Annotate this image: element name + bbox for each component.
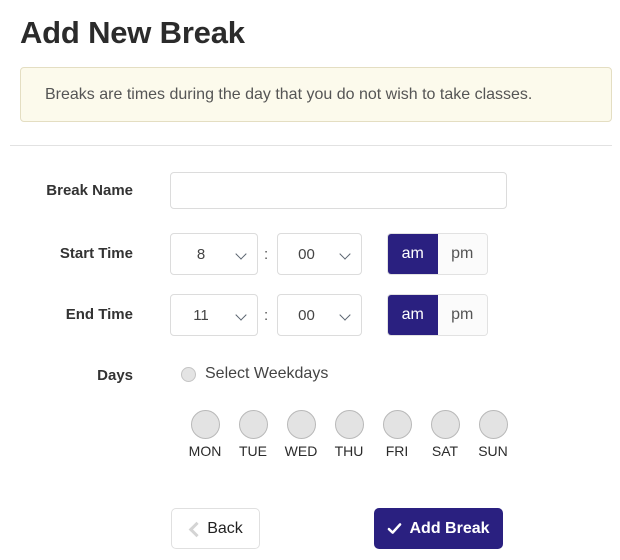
form-row-days: Days Select Weekdays — [0, 365, 620, 385]
chevron-down-icon — [237, 250, 246, 259]
start-time-label: Start Time — [59, 245, 133, 262]
back-button-label: Back — [207, 519, 243, 537]
day-circle-icon[interactable] — [430, 410, 460, 439]
start-time-pm-option[interactable]: pm — [437, 234, 487, 274]
chevron-down-icon — [341, 250, 350, 259]
day-label: TUE — [239, 443, 267, 459]
form-row-start-time: Start Time 8 : 00 am pm — [0, 233, 620, 275]
day-toggle-mon[interactable]: MON — [181, 410, 229, 459]
day-label: SUN — [478, 443, 508, 459]
info-banner-text: Breaks are times during the day that you… — [45, 85, 533, 103]
day-toggle-thu[interactable]: THU — [325, 410, 373, 459]
start-time-hour-value: 8 — [196, 245, 206, 263]
day-toggle-fri[interactable]: FRI — [373, 410, 421, 459]
end-time-label: End Time — [65, 306, 133, 323]
day-label: FRI — [385, 443, 409, 459]
add-break-button-label: Add Break — [409, 519, 490, 537]
info-banner: Breaks are times during the day that you… — [20, 67, 612, 122]
start-time-minute-value: 00 — [298, 245, 315, 263]
days-label: Days — [97, 367, 133, 384]
page-title: Add New Break — [20, 15, 245, 50]
day-toggle-sun[interactable]: SUN — [469, 410, 517, 459]
day-toggle-sat[interactable]: SAT — [421, 410, 469, 459]
end-time-minute-value: 00 — [298, 306, 315, 324]
end-time-hour-value: 11 — [193, 306, 209, 324]
day-toggle-group: MON TUE WED THU FRI SAT SUN — [181, 410, 517, 459]
day-toggle-wed[interactable]: WED — [277, 410, 325, 459]
day-circle-icon[interactable] — [382, 410, 412, 439]
add-break-button[interactable]: Add Break — [374, 508, 503, 549]
break-name-input[interactable] — [170, 172, 507, 209]
day-label: WED — [284, 443, 318, 459]
chevron-left-icon — [188, 523, 200, 535]
end-time-hour-select[interactable]: 11 — [170, 294, 258, 336]
start-time-hour-select[interactable]: 8 — [170, 233, 258, 275]
chevron-down-icon — [341, 311, 350, 320]
select-weekdays-label: Select Weekdays — [205, 365, 329, 382]
day-circle-icon[interactable] — [190, 410, 220, 439]
start-time-minute-select[interactable]: 00 — [277, 233, 362, 275]
start-time-am-option[interactable]: am — [388, 234, 438, 274]
day-circle-icon[interactable] — [286, 410, 316, 439]
start-time-separator: : — [264, 245, 269, 263]
check-icon — [388, 523, 402, 534]
end-time-minute-select[interactable]: 00 — [277, 294, 362, 336]
form-row-end-time: End Time 11 : 00 am pm — [0, 294, 620, 336]
end-time-am-option[interactable]: am — [388, 295, 438, 335]
back-button[interactable]: Back — [171, 508, 260, 549]
select-weekdays-toggle[interactable]: Select Weekdays — [181, 365, 328, 383]
day-circle-icon[interactable] — [334, 410, 364, 439]
break-name-label: Break Name — [46, 182, 133, 199]
radio-unchecked-icon[interactable] — [181, 366, 196, 382]
end-time-meridiem-toggle[interactable]: am pm — [387, 294, 488, 336]
end-time-pm-option[interactable]: pm — [437, 295, 487, 335]
section-divider — [10, 145, 612, 146]
day-circle-icon[interactable] — [478, 410, 508, 439]
form-row-break-name: Break Name — [0, 172, 620, 209]
chevron-down-icon — [237, 311, 246, 320]
day-label: SAT — [431, 443, 459, 459]
day-toggle-tue[interactable]: TUE — [229, 410, 277, 459]
day-circle-icon[interactable] — [238, 410, 268, 439]
end-time-separator: : — [264, 306, 269, 324]
day-label: THU — [334, 443, 364, 459]
day-label: MON — [188, 443, 222, 459]
start-time-meridiem-toggle[interactable]: am pm — [387, 233, 488, 275]
